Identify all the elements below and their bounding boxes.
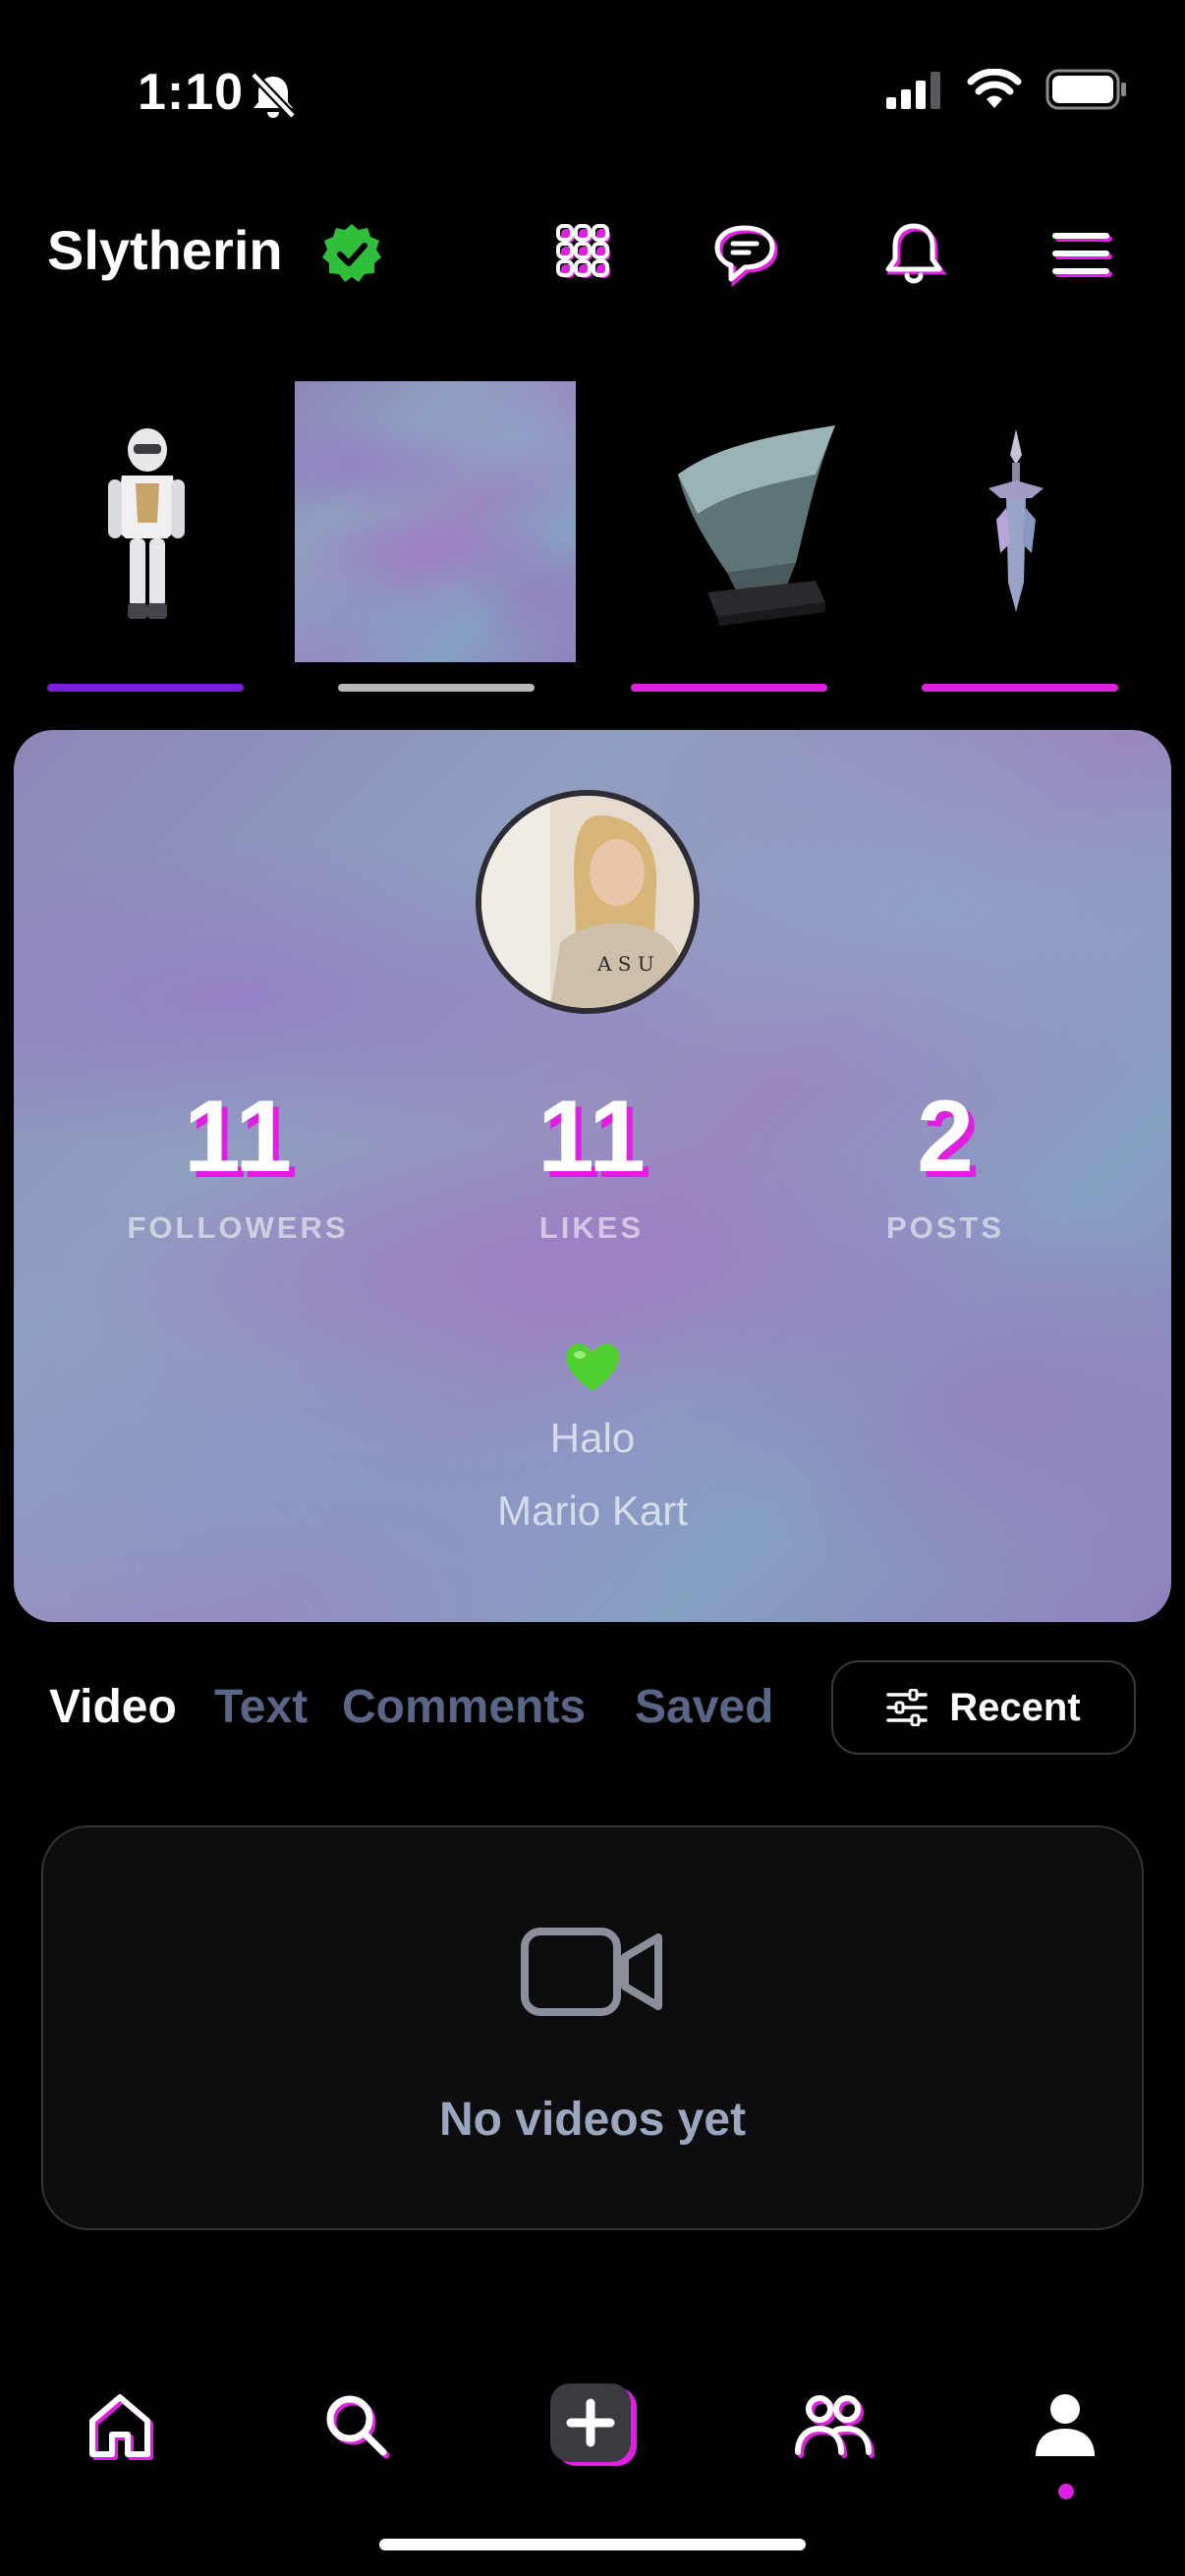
badge-indicator	[338, 684, 535, 692]
followers-label: FOLLOWERS	[127, 1210, 349, 1245]
tab-text[interactable]: Text	[214, 1680, 308, 1734]
friends-icon[interactable]	[790, 2387, 875, 2462]
badge-marble-tile[interactable]	[295, 381, 576, 662]
create-post-button[interactable]	[548, 2381, 641, 2470]
signal-icon	[886, 72, 940, 109]
empty-state-text: No videos yet	[438, 2094, 747, 2146]
status-icons	[884, 69, 1128, 110]
profile-icon[interactable]	[1028, 2387, 1102, 2462]
home-indicator[interactable]	[379, 2539, 806, 2550]
wifi-icon	[967, 69, 1022, 108]
search-icon[interactable]	[318, 2387, 393, 2462]
home-icon[interactable]	[83, 2387, 157, 2462]
grid-icon[interactable]	[550, 218, 621, 289]
sort-button[interactable]: Recent	[831, 1660, 1136, 1755]
avatar[interactable]: A S U	[476, 790, 700, 1014]
likes-count[interactable]: 11	[444, 1079, 739, 1196]
status-time: 1:10	[138, 64, 245, 121]
page-title: Slytherin	[47, 219, 283, 281]
posts-label: POSTS	[885, 1210, 1005, 1245]
badge-indicator	[47, 684, 244, 692]
armored-figure-icon	[108, 428, 185, 619]
verified-badge-icon	[322, 224, 381, 282]
sliders-icon	[886, 1689, 929, 1726]
badge-armored-figure[interactable]	[4, 381, 287, 666]
svg-text:A S U: A S U	[596, 952, 654, 976]
badge-indicator	[631, 684, 827, 692]
badge-crystal-sword[interactable]	[875, 381, 1157, 666]
bell-icon[interactable]	[878, 218, 949, 289]
badge-glass-trophy[interactable]	[605, 381, 888, 666]
posts-count[interactable]: 2	[798, 1079, 1093, 1196]
battery-icon	[1045, 69, 1126, 110]
tab-saved[interactable]: Saved	[635, 1680, 773, 1734]
green-heart-icon	[566, 1344, 619, 1391]
bell-muted-icon	[250, 71, 297, 120]
tab-video[interactable]: Video	[49, 1680, 177, 1734]
glass-trophy-icon	[678, 425, 835, 626]
likes-label: LIKES	[538, 1210, 645, 1245]
tab-comments[interactable]: Comments	[342, 1680, 586, 1734]
crystal-sword-icon	[988, 429, 1044, 612]
followers-count[interactable]: 11	[90, 1079, 385, 1196]
video-camera-icon	[521, 1928, 662, 2016]
avatar-photo: A S U	[481, 796, 694, 1008]
active-tab-indicator	[1058, 2484, 1074, 2499]
bio-line: Halo	[549, 1415, 636, 1461]
chat-icon[interactable]	[709, 218, 780, 289]
bio-line: Mario Kart	[497, 1487, 688, 1534]
sort-label: Recent	[949, 1685, 1081, 1729]
badge-indicator	[922, 684, 1118, 692]
menu-icon[interactable]	[1045, 218, 1116, 289]
empty-state-panel	[41, 1825, 1144, 2230]
